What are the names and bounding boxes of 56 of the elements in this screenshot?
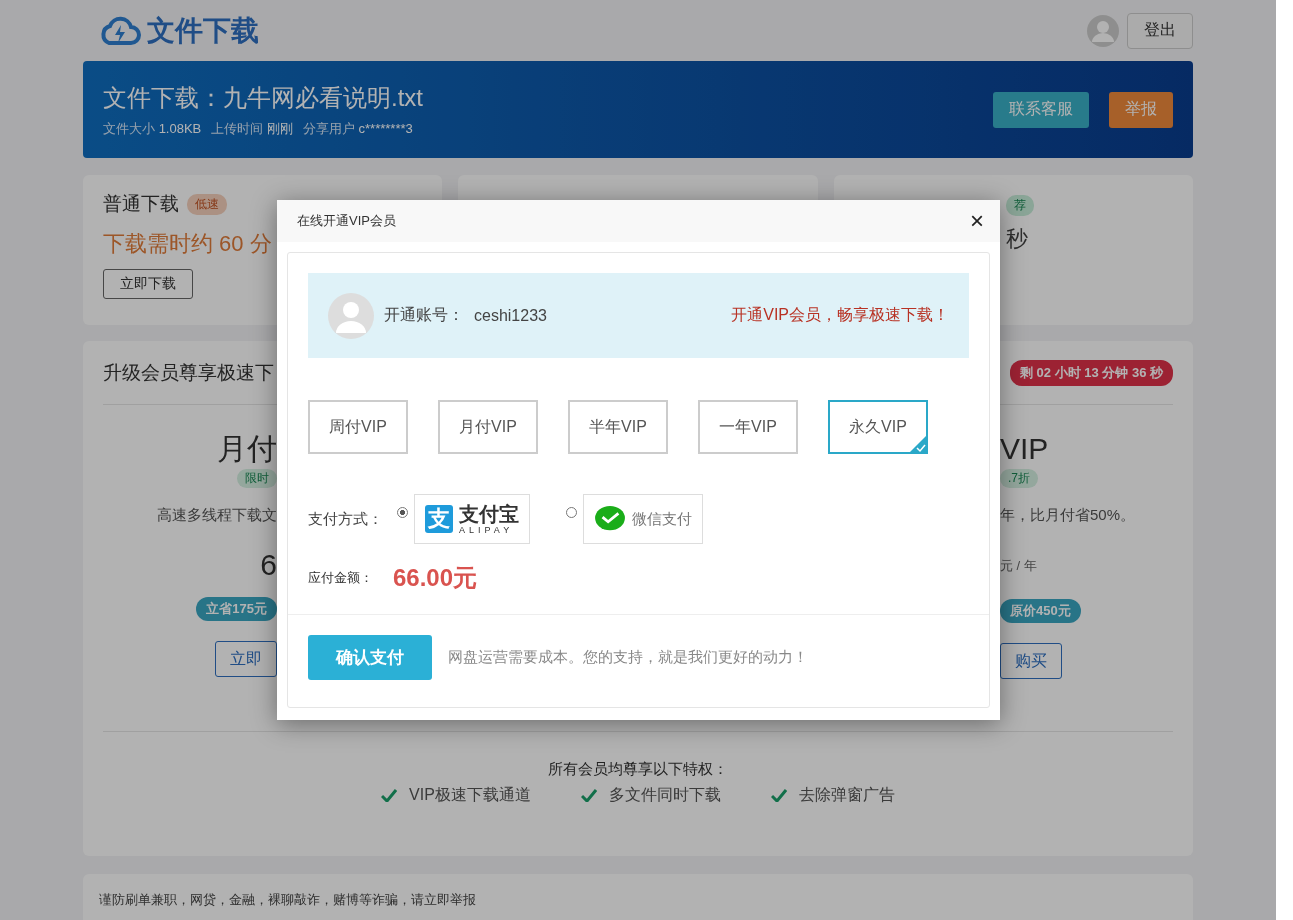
plan-option[interactable]: 月付VIP <box>438 400 538 454</box>
discount-tag: 限时 <box>237 469 277 488</box>
user-avatar-icon <box>1087 14 1119 47</box>
fraud-notice: 谨防刷单兼职，网贷，金融，裸聊敲诈，赌博等诈骗，请立即举报 <box>99 892 476 907</box>
speed-badge: 低速 <box>187 193 227 215</box>
account-name: ceshi1233 <box>474 306 547 325</box>
dialog-title: 在线开通VIP会员 <box>297 212 396 230</box>
countdown-badge: 剩 02 小时 13 分钟 36 秒 <box>1009 359 1173 386</box>
amount-value: 66.00元 <box>393 563 478 593</box>
user-avatar-icon <box>328 292 374 339</box>
privilege-text: 去除弹窗广告 <box>798 785 895 805</box>
payment-radio[interactable] <box>397 506 408 518</box>
file-meta: 文件大小 1.08KB <box>103 119 202 138</box>
download-time: 下载需时约 60 分 <box>103 230 273 258</box>
logout-button[interactable]: 登出 <box>1127 12 1193 49</box>
plan-price: 6 <box>260 547 277 583</box>
panel-title: 升级会员尊享极速下 <box>103 360 274 385</box>
card-title: 普通下载 <box>103 192 179 216</box>
privilege-text: VIP极速下载通道 <box>409 785 531 805</box>
chat-check-icon <box>594 505 626 533</box>
cloud-lightning-icon <box>99 14 141 47</box>
download-button[interactable]: 立即下载 <box>103 269 193 299</box>
payment-label: 支付方式： <box>308 509 383 529</box>
check-icon <box>770 789 787 802</box>
plan-option[interactable]: 周付VIP <box>308 400 408 454</box>
payment-radio[interactable] <box>566 506 577 518</box>
file-title: 文件下载：九牛网必看说明.txt <box>103 82 423 113</box>
buy-button[interactable]: 购买 <box>1000 643 1062 679</box>
discount-tag: .7折 <box>1000 469 1038 488</box>
vip-slogan: 开通VIP会员，畅享极速下载！ <box>731 305 949 325</box>
saving-badge: 立省175元 <box>196 597 277 621</box>
account-label: 开通账号： <box>384 305 464 325</box>
plan-option[interactable]: 一年VIP <box>698 400 798 454</box>
check-corner-icon <box>908 434 928 454</box>
file-meta: 上传时间 刚刚 <box>211 119 293 138</box>
site-logo[interactable]: 文件下载 <box>147 11 259 50</box>
plan-option[interactable]: 永久VIP <box>828 400 928 454</box>
plan-option[interactable]: 半年VIP <box>568 400 668 454</box>
plan-name: VIP <box>1000 431 1049 467</box>
check-icon <box>580 789 597 802</box>
amount-label: 应付金额： <box>308 569 373 587</box>
recommend-badge: 荐 <box>1005 195 1034 216</box>
plan-description: 年，比月付省50%。 <box>1000 506 1136 525</box>
buy-button[interactable]: 立即 <box>215 641 277 677</box>
privilege-text: 多文件同时下载 <box>608 785 721 805</box>
plan-description: 高速多线程下载文 <box>157 506 277 525</box>
payment-option[interactable]: 微信支付 <box>583 494 703 544</box>
plan-name: 月付 <box>217 431 277 467</box>
privileges-title: 所有会员均尊享以下特权： <box>547 760 729 779</box>
close-button[interactable]: × <box>964 209 990 233</box>
price-unit: 元 / 年 <box>1000 557 1037 575</box>
download-time: 秒 <box>1005 225 1028 253</box>
check-icon <box>381 789 398 802</box>
original-price-badge: 原价450元 <box>1000 599 1081 623</box>
support-note: 网盘运营需要成本。您的支持，就是我们更好的动力！ <box>448 648 808 667</box>
file-meta: 分享用户 c********3 <box>302 119 413 138</box>
